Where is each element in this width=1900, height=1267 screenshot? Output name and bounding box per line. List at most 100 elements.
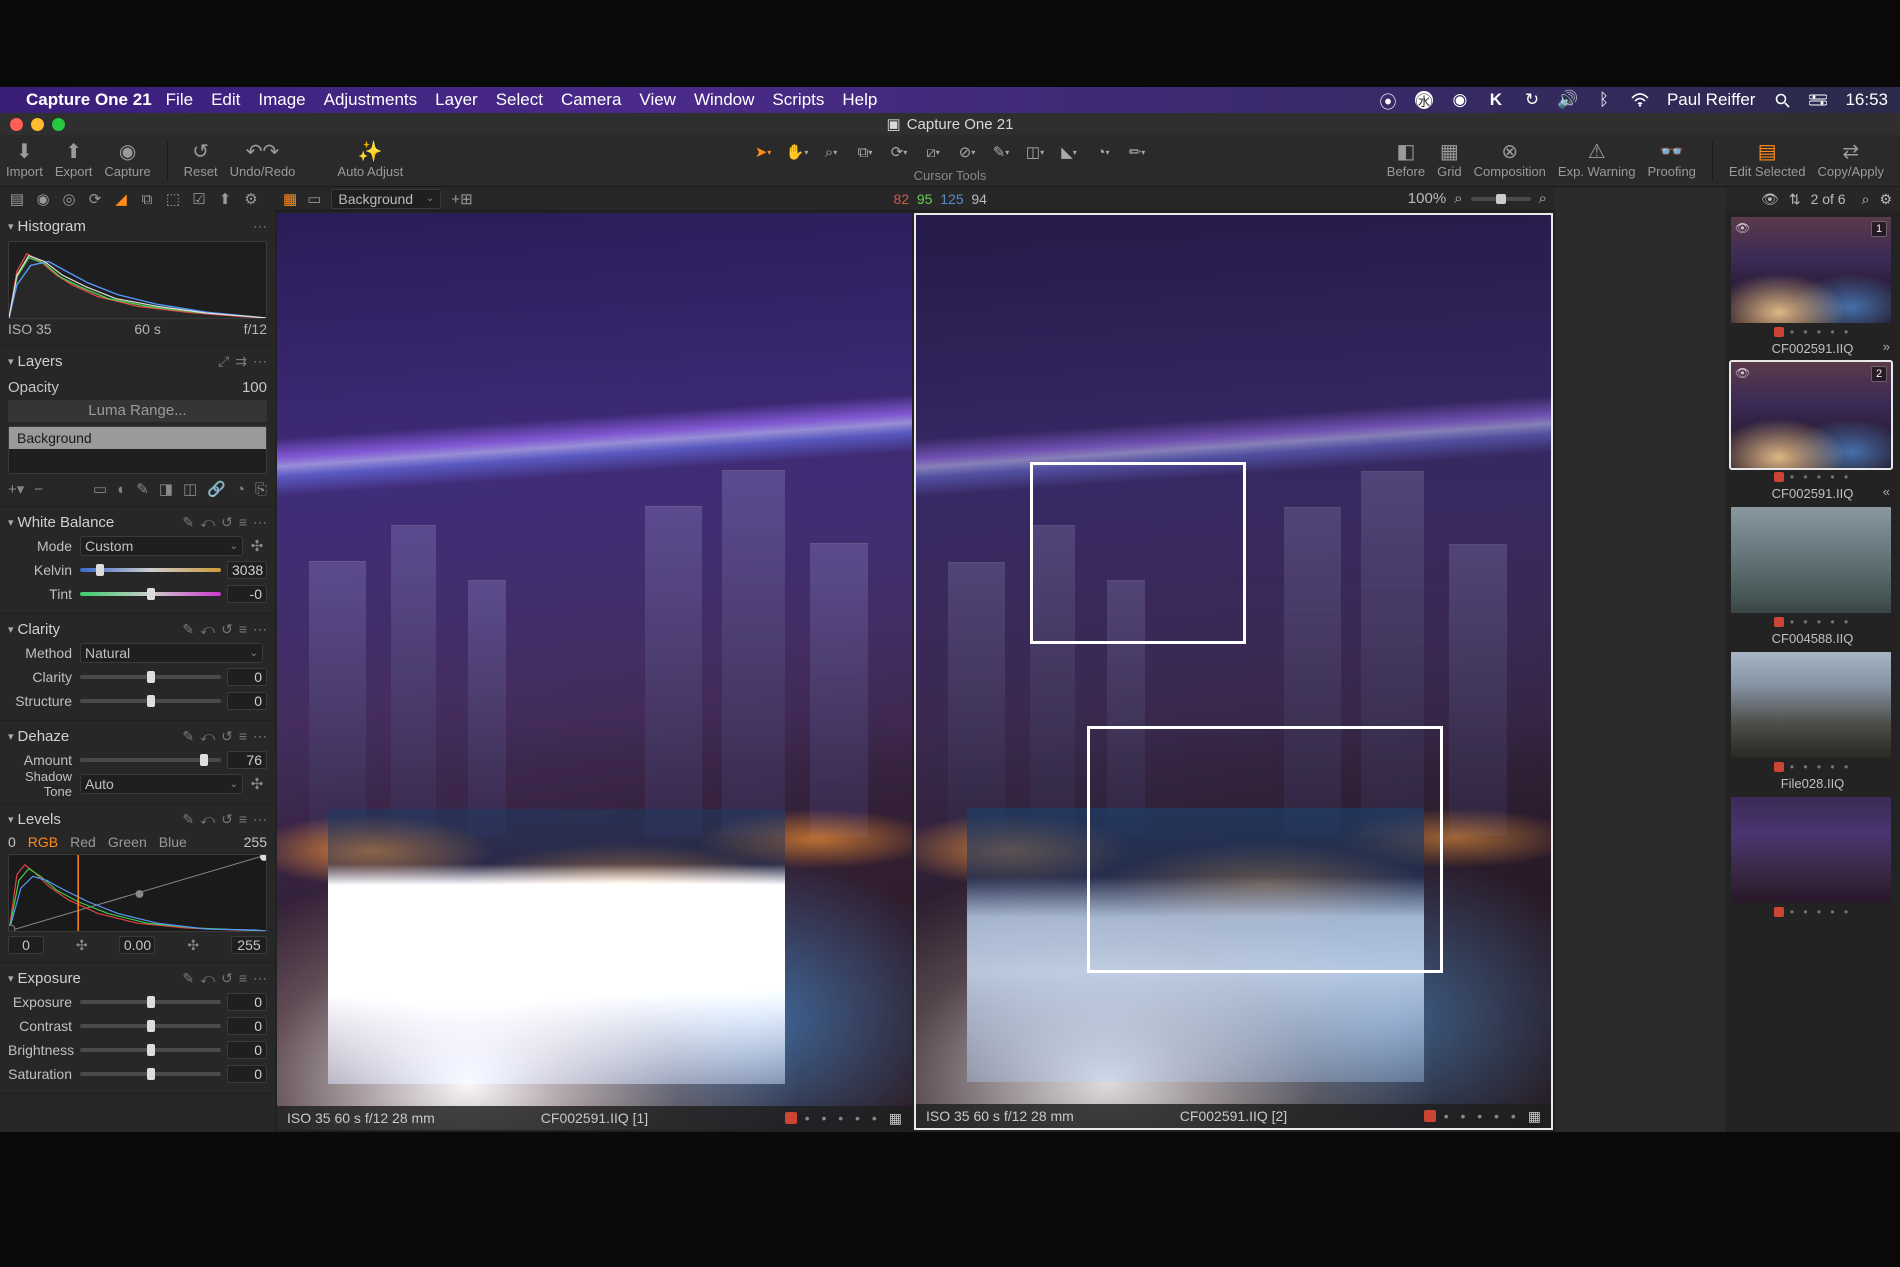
browser-sort-icon[interactable]: ⇅ xyxy=(1789,191,1801,208)
levels-in-shadow[interactable]: 0 xyxy=(8,936,44,954)
luma-range-button[interactable]: Luma Range... xyxy=(8,400,267,422)
straighten-tool[interactable]: ⟳▾ xyxy=(884,139,914,165)
tab-lens-icon[interactable]: ◎ xyxy=(60,190,78,208)
zoom-in-icon[interactable]: ⌕ xyxy=(1539,190,1547,207)
toolbar-reset[interactable]: ↺Reset xyxy=(184,143,218,179)
menu-scripts[interactable]: Scripts xyxy=(772,90,824,110)
bluetooth-icon[interactable]: ᛒ xyxy=(1595,91,1613,109)
tab-details-icon[interactable]: ⧉ xyxy=(138,190,156,208)
toolbar-undoredo[interactable]: ↶↷Undo/Redo xyxy=(230,143,296,179)
menu-help[interactable]: Help xyxy=(842,90,877,110)
wifi-icon[interactable] xyxy=(1631,91,1649,109)
browser-search-icon[interactable]: ⌕ xyxy=(1862,191,1870,208)
pan-tool[interactable]: ✋▾ xyxy=(782,139,812,165)
mask-invert-icon[interactable]: ◐ xyxy=(117,481,126,498)
color-tag[interactable] xyxy=(785,1112,797,1124)
wb-mode-select[interactable]: Custom⌄ xyxy=(80,536,243,556)
saturation-slider[interactable] xyxy=(80,1072,221,1076)
toolbar-copyapply[interactable]: ⇄Copy/Apply xyxy=(1818,143,1884,179)
control-center-icon[interactable] xyxy=(1809,91,1827,109)
toolbar-editselected[interactable]: ▤Edit Selected xyxy=(1729,143,1806,179)
selection-box-2[interactable] xyxy=(1087,726,1443,973)
contrast-slider[interactable] xyxy=(80,1024,221,1028)
fullscreen-button[interactable] xyxy=(52,118,65,131)
toolbar-capture[interactable]: ◉Capture xyxy=(104,143,150,179)
brightness-slider[interactable] xyxy=(80,1048,221,1052)
levels-in-highlight[interactable]: 255 xyxy=(231,936,267,954)
more-icon[interactable]: ⋯ xyxy=(253,218,267,235)
crop-tool[interactable]: ⧉▾ xyxy=(850,139,880,165)
tab-capture-icon[interactable]: ◉ xyxy=(34,190,52,208)
mask-link-icon[interactable]: 🔗 xyxy=(207,480,226,498)
color-tag[interactable] xyxy=(1424,1110,1436,1122)
browser-thumb[interactable]: • • • • • xyxy=(1731,797,1894,921)
toolbar-grid[interactable]: ▦Grid xyxy=(1437,143,1462,179)
toolbar-proofing[interactable]: 👓Proofing xyxy=(1647,143,1695,179)
mask-gradient-icon[interactable]: ◨ xyxy=(159,480,173,498)
color-tag[interactable] xyxy=(1774,617,1784,627)
zoom-value[interactable]: 100% xyxy=(1408,190,1446,207)
menu-image[interactable]: Image xyxy=(258,90,305,110)
clarity-slider[interactable] xyxy=(80,675,221,679)
spot-tool[interactable]: ⊘▾ xyxy=(952,139,982,165)
spotlight-icon[interactable] xyxy=(1773,91,1791,109)
viewer-mode-primary-icon[interactable]: ▦ xyxy=(283,190,297,208)
more-icon[interactable]: ⋯ xyxy=(253,353,267,370)
shadow-tone-select[interactable]: Auto⌄ xyxy=(80,774,243,794)
gradient-tool[interactable]: ◣▾ xyxy=(1054,139,1084,165)
zoom-slider[interactable] xyxy=(1471,197,1531,201)
tint-slider[interactable] xyxy=(80,592,221,596)
rating-dots[interactable]: • • • • • xyxy=(1790,325,1851,339)
more-icon[interactable]: ⋯ xyxy=(253,514,267,531)
levels-in-mid[interactable]: 0.00 xyxy=(119,936,155,954)
tab-output-icon[interactable]: ⬆ xyxy=(216,190,234,208)
levels-graph[interactable] xyxy=(8,854,267,932)
clarity-method-select[interactable]: Natural⌄ xyxy=(80,643,263,663)
tab-library-icon[interactable]: ▤ xyxy=(8,190,26,208)
time-machine-icon[interactable]: ↻ xyxy=(1523,91,1541,109)
minimize-button[interactable] xyxy=(31,118,44,131)
menu-window[interactable]: Window xyxy=(694,90,754,110)
menulet-1-icon[interactable]: ⦿ xyxy=(1379,91,1397,109)
color-tag[interactable] xyxy=(1774,762,1784,772)
wb-picker-icon[interactable]: ✣ xyxy=(247,537,267,555)
tab-exposure-icon[interactable]: ◢ xyxy=(112,190,130,208)
menulet-globe-icon[interactable]: ㊌ xyxy=(1415,91,1433,109)
tab-styles-icon[interactable]: ⬚ xyxy=(164,190,182,208)
shadow-picker-icon[interactable]: ✣ xyxy=(247,775,267,793)
copy-icon[interactable]: ⤺ xyxy=(200,514,215,531)
new-layer-icon[interactable]: +⊞ xyxy=(451,190,472,208)
annotate-tool[interactable]: ✏▾ xyxy=(1122,139,1152,165)
levels-tab-red[interactable]: Red xyxy=(70,834,96,850)
mask-radial-icon[interactable]: ◔ xyxy=(236,481,245,498)
color-tag[interactable] xyxy=(1774,472,1784,482)
menu-file[interactable]: File xyxy=(166,90,193,110)
delete-layer-icon[interactable]: − xyxy=(34,481,43,498)
mask-brush-icon[interactable]: ✎ xyxy=(136,480,149,498)
exposure-slider[interactable] xyxy=(80,1000,221,1004)
kelvin-value[interactable]: 3038 xyxy=(227,561,267,579)
menulet-3-icon[interactable]: ◉ xyxy=(1451,91,1469,109)
browser-show-icon[interactable]: 👁 xyxy=(1761,191,1779,208)
select-tool[interactable]: ➤▾ xyxy=(748,139,778,165)
mask-fill-icon[interactable]: ▭ xyxy=(93,480,107,498)
close-button[interactable] xyxy=(10,118,23,131)
opacity-value[interactable]: 100 xyxy=(242,379,267,396)
layer-background[interactable]: Background xyxy=(9,427,266,449)
mask-erase-icon[interactable]: ◫ xyxy=(183,480,197,498)
tint-value[interactable]: -0 xyxy=(227,585,267,603)
toolbar-composition[interactable]: ⊗Composition xyxy=(1474,143,1546,179)
radial-tool[interactable]: ◔▾ xyxy=(1088,139,1118,165)
preset-icon[interactable]: ≡ xyxy=(239,514,247,531)
dehaze-slider[interactable] xyxy=(80,758,221,762)
menu-view[interactable]: View xyxy=(639,90,676,110)
variant-nav-icon[interactable]: » xyxy=(1883,339,1890,354)
viewer-expand-icon[interactable]: ▦ xyxy=(889,1110,902,1127)
browser-thumb[interactable]: 👁1• • • • •CF002591.IIQ» xyxy=(1731,217,1894,356)
menu-layer[interactable]: Layer xyxy=(435,90,478,110)
levels-tab-rgb[interactable]: RGB xyxy=(28,834,58,850)
rating-dots[interactable]: • • • • • xyxy=(1790,905,1851,919)
kelvin-slider[interactable] xyxy=(80,568,221,572)
structure-slider[interactable] xyxy=(80,699,221,703)
highlight-picker-icon[interactable]: ✣ xyxy=(187,937,199,954)
